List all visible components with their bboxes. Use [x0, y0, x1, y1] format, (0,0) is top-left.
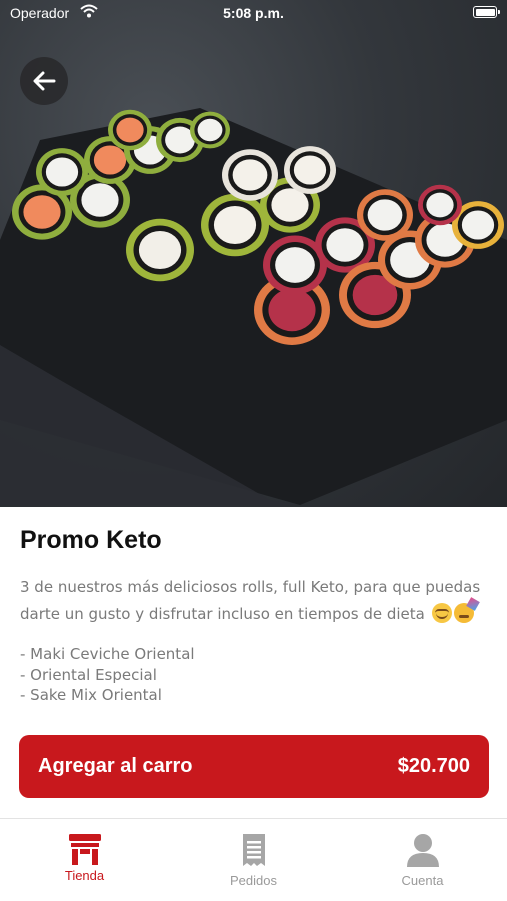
list-item: - Sake Mix Oriental: [20, 686, 162, 704]
status-bar: Operador 5:08 p.m.: [0, 0, 507, 28]
tab-bar: Tienda Pedidos Cuenta: [0, 818, 507, 901]
user-icon: [406, 834, 439, 867]
product-description: 3 de nuestros más deliciosos rolls, full…: [20, 574, 490, 628]
product-photo: [0, 0, 507, 507]
receipt-icon: [242, 834, 265, 866]
tab-pedidos[interactable]: Pedidos: [169, 819, 338, 901]
list-item: - Maki Ceviche Oriental: [20, 645, 195, 663]
product-title: Promo Keto: [20, 526, 162, 554]
included-rolls-list: - Maki Ceviche Oriental - Oriental Espec…: [20, 644, 195, 706]
sushi-platter-illustration: [0, 108, 507, 505]
tab-label: Pedidos: [230, 873, 277, 888]
tab-label: Cuenta: [401, 873, 444, 888]
add-to-cart-label: Agregar al carro: [38, 755, 193, 777]
tab-tienda[interactable]: Tienda: [0, 819, 169, 901]
tab-cuenta[interactable]: Cuenta: [338, 819, 507, 901]
add-to-cart-button[interactable]: Agregar al carro $20.700: [19, 735, 489, 798]
tab-label: Tienda: [64, 868, 105, 883]
clock-label: 5:08 p.m.: [223, 5, 284, 21]
partying-face-icon: [453, 603, 474, 623]
store-icon: [68, 834, 101, 865]
list-item: - Oriental Especial: [20, 665, 157, 684]
description-text: 3 de nuestros más deliciosos rolls, full…: [20, 578, 481, 623]
back-button[interactable]: [20, 57, 68, 105]
arrow-left-icon: [33, 71, 56, 91]
price-label: $20.700: [397, 755, 470, 777]
relaxed-face-icon: [431, 603, 452, 623]
battery-icon: [473, 6, 500, 18]
